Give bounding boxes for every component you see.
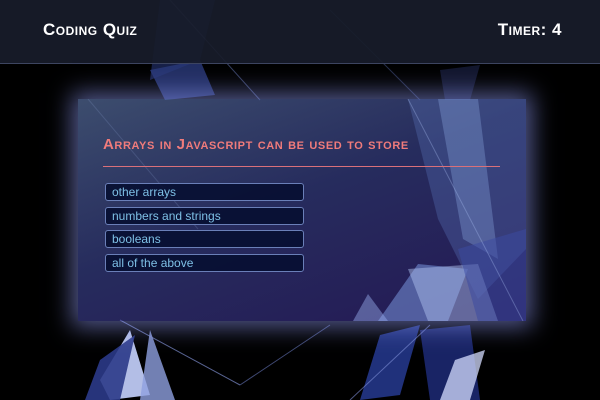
answer-button-other-arrays[interactable]: other arrays	[105, 183, 304, 201]
quiz-card: Arrays in Javascript can be used to stor…	[78, 99, 526, 321]
answer-button-numbers-and-strings[interactable]: numbers and strings	[105, 206, 304, 225]
answer-button-all-of-the-above[interactable]: all of the above	[105, 253, 304, 272]
question-text: Arrays in Javascript can be used to stor…	[103, 136, 409, 153]
answer-list: other arrays numbers and strings boolean…	[105, 183, 305, 277]
answer-button-booleans[interactable]: booleans	[105, 230, 304, 248]
app-title: Coding Quiz	[43, 20, 138, 39]
question-divider	[103, 166, 500, 167]
quiz-page: Coding Quiz Timer: 4 Arrays in Javascrip…	[0, 0, 600, 400]
timer-display: Timer: 4	[497, 20, 562, 39]
header-bar: Coding Quiz Timer: 4	[0, 0, 600, 64]
